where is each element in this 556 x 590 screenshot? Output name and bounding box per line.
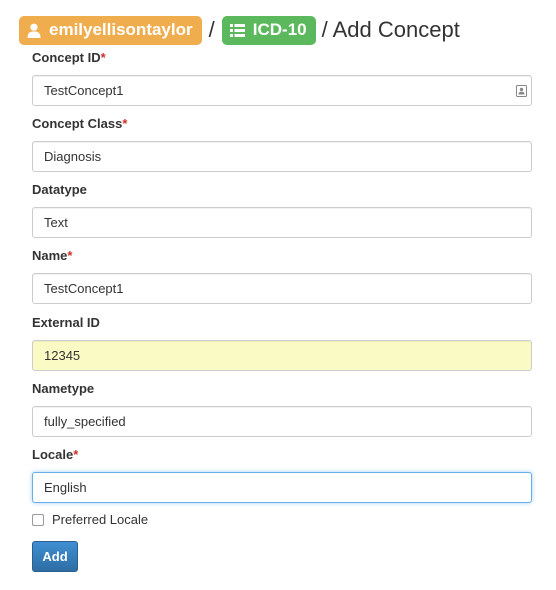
concept-id-value: TestConcept1	[44, 83, 124, 98]
locale-label: Locale*	[32, 447, 79, 462]
locale-input[interactable]: English	[32, 472, 532, 503]
external-id-input[interactable]: 12345	[32, 340, 532, 371]
concept-id-field: Concept ID* TestConcept1	[32, 50, 532, 106]
name-label: Name*	[32, 248, 73, 263]
breadcrumb: emilyellisontaylor / ICD-10 / Add Concep…	[19, 14, 460, 46]
preferred-locale-label: Preferred Locale	[52, 512, 149, 527]
datatype-value: Text	[44, 215, 68, 230]
concept-class-value: Diagnosis	[44, 149, 102, 164]
concept-class-field: Concept Class* Diagnosis	[32, 116, 532, 172]
page-title: / Add Concept	[321, 17, 460, 42]
list-icon	[229, 23, 245, 37]
concept-id-input[interactable]: TestConcept1	[32, 75, 532, 106]
external-id-label: External ID	[32, 315, 100, 330]
datatype-label: Datatype	[32, 182, 87, 197]
breadcrumb-separator: /	[208, 17, 215, 42]
concept-class-input[interactable]: Diagnosis	[32, 141, 532, 172]
concept-id-label: Concept ID*	[32, 50, 106, 65]
external-id-value: 12345	[44, 348, 81, 363]
add-button[interactable]: Add	[32, 541, 78, 572]
name-field: Name* TestConcept1	[32, 248, 532, 304]
name-input[interactable]: TestConcept1	[32, 273, 532, 304]
nametype-value: fully_specified	[44, 414, 126, 429]
preferred-locale-row[interactable]: Preferred Locale	[32, 512, 148, 527]
user-badge-label: emilyellisontaylor	[49, 20, 193, 39]
preferred-locale-checkbox[interactable]	[32, 513, 44, 526]
source-badge-label: ICD-10	[252, 20, 307, 39]
concept-class-label: Concept Class*	[32, 116, 128, 131]
required-marker: *	[73, 447, 79, 462]
contact-card-icon[interactable]	[516, 85, 527, 100]
required-marker: *	[100, 50, 106, 65]
locale-field: Locale* English	[32, 447, 532, 503]
external-id-field: External ID 12345	[32, 315, 532, 371]
locale-value: English	[44, 480, 87, 495]
required-marker: *	[122, 116, 128, 131]
required-marker: *	[67, 248, 73, 263]
person-icon	[27, 23, 41, 38]
nametype-field: Nametype fully_specified	[32, 381, 532, 437]
datatype-field: Datatype Text	[32, 182, 532, 238]
datatype-input[interactable]: Text	[32, 207, 532, 238]
user-badge[interactable]: emilyellisontaylor	[19, 15, 202, 45]
nametype-label: Nametype	[32, 381, 95, 396]
source-badge[interactable]: ICD-10	[221, 15, 316, 45]
name-value: TestConcept1	[44, 281, 124, 296]
nametype-input[interactable]: fully_specified	[32, 406, 532, 437]
